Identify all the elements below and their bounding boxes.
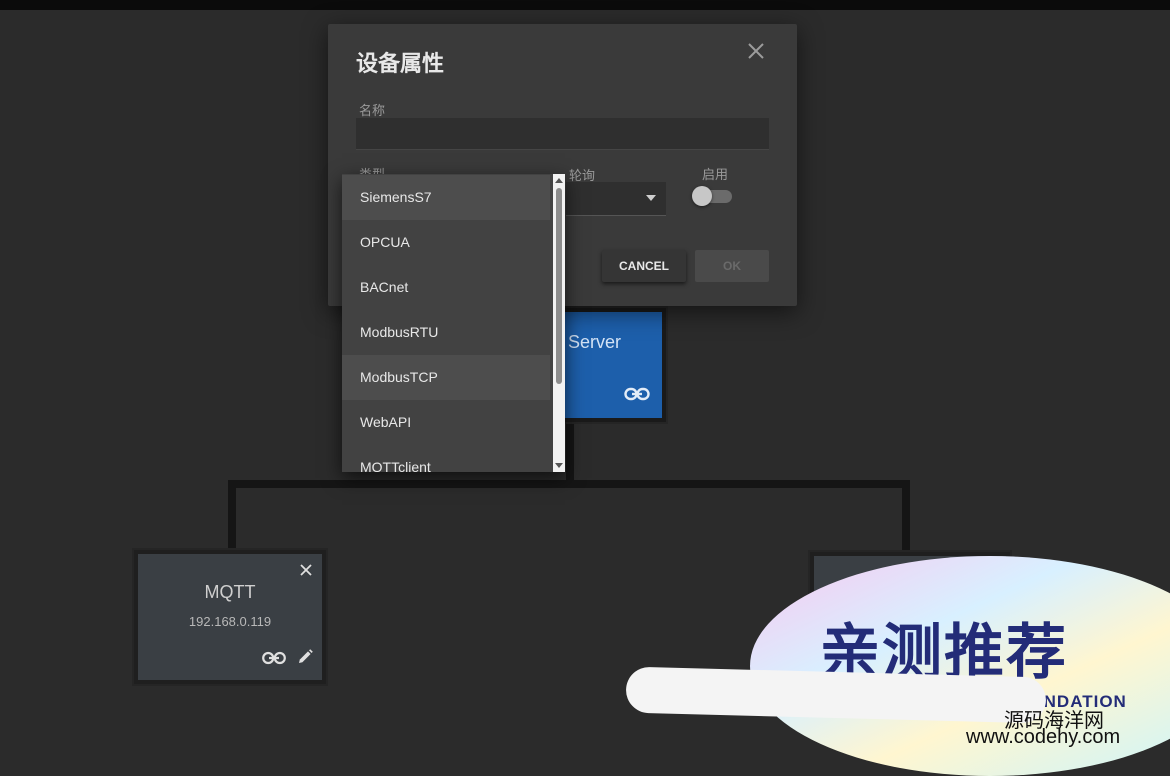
dropdown-scrollbar[interactable] — [553, 174, 565, 472]
scribble-overlay — [625, 666, 1047, 724]
name-label: 名称 — [359, 104, 386, 119]
ok-button[interactable]: OK — [695, 250, 769, 282]
scroll-down-icon[interactable] — [555, 463, 563, 468]
dropdown-item-siemenss7[interactable]: SiemensS7 — [342, 175, 550, 220]
toggle-thumb — [692, 186, 712, 206]
dropdown-item-opcua[interactable]: OPCUA — [342, 220, 550, 265]
type-dropdown-list[interactable]: SiemensS7 OPCUA BACnet ModbusRTU ModbusT… — [342, 174, 565, 472]
name-input[interactable] — [356, 118, 769, 150]
enable-label: 启用 — [702, 168, 729, 183]
poll-select[interactable] — [566, 182, 666, 216]
dropdown-item-bacnet[interactable]: BACnet — [342, 265, 550, 310]
dropdown-item-modbustcp[interactable]: ModbusTCP — [342, 355, 550, 400]
site-url: www.codehy.com — [966, 726, 1121, 748]
dropdown-item-webapi[interactable]: WebAPI — [342, 400, 550, 445]
edit-icon[interactable] — [296, 648, 314, 670]
link-icon[interactable] — [262, 650, 286, 669]
dropdown-item-modbusrtu[interactable]: ModbusRTU — [342, 310, 550, 355]
server-card-title: Server — [568, 332, 622, 352]
dialog-title: 设备属性 — [356, 52, 445, 77]
link-icon[interactable] — [624, 386, 650, 406]
scroll-up-icon[interactable] — [555, 178, 563, 183]
mqtt-card-title: MQTT — [204, 582, 256, 602]
mqtt-card-ip: 192.168.0.119 — [188, 614, 272, 629]
close-icon[interactable] — [298, 562, 314, 578]
close-icon[interactable] — [745, 40, 767, 62]
tree-connector — [902, 480, 910, 554]
scrollbar-thumb[interactable] — [556, 188, 562, 384]
enable-toggle[interactable] — [692, 186, 734, 206]
window-top-bar — [0, 0, 1170, 10]
caret-down-icon — [646, 195, 656, 201]
cancel-button[interactable]: CANCEL — [602, 250, 686, 282]
mqtt-device-card[interactable]: MQTT 192.168.0.119 — [134, 550, 326, 684]
dropdown-item-mqttclient[interactable]: MQTTclient — [342, 445, 550, 472]
tree-connector — [228, 480, 236, 552]
tree-connector — [566, 420, 574, 484]
